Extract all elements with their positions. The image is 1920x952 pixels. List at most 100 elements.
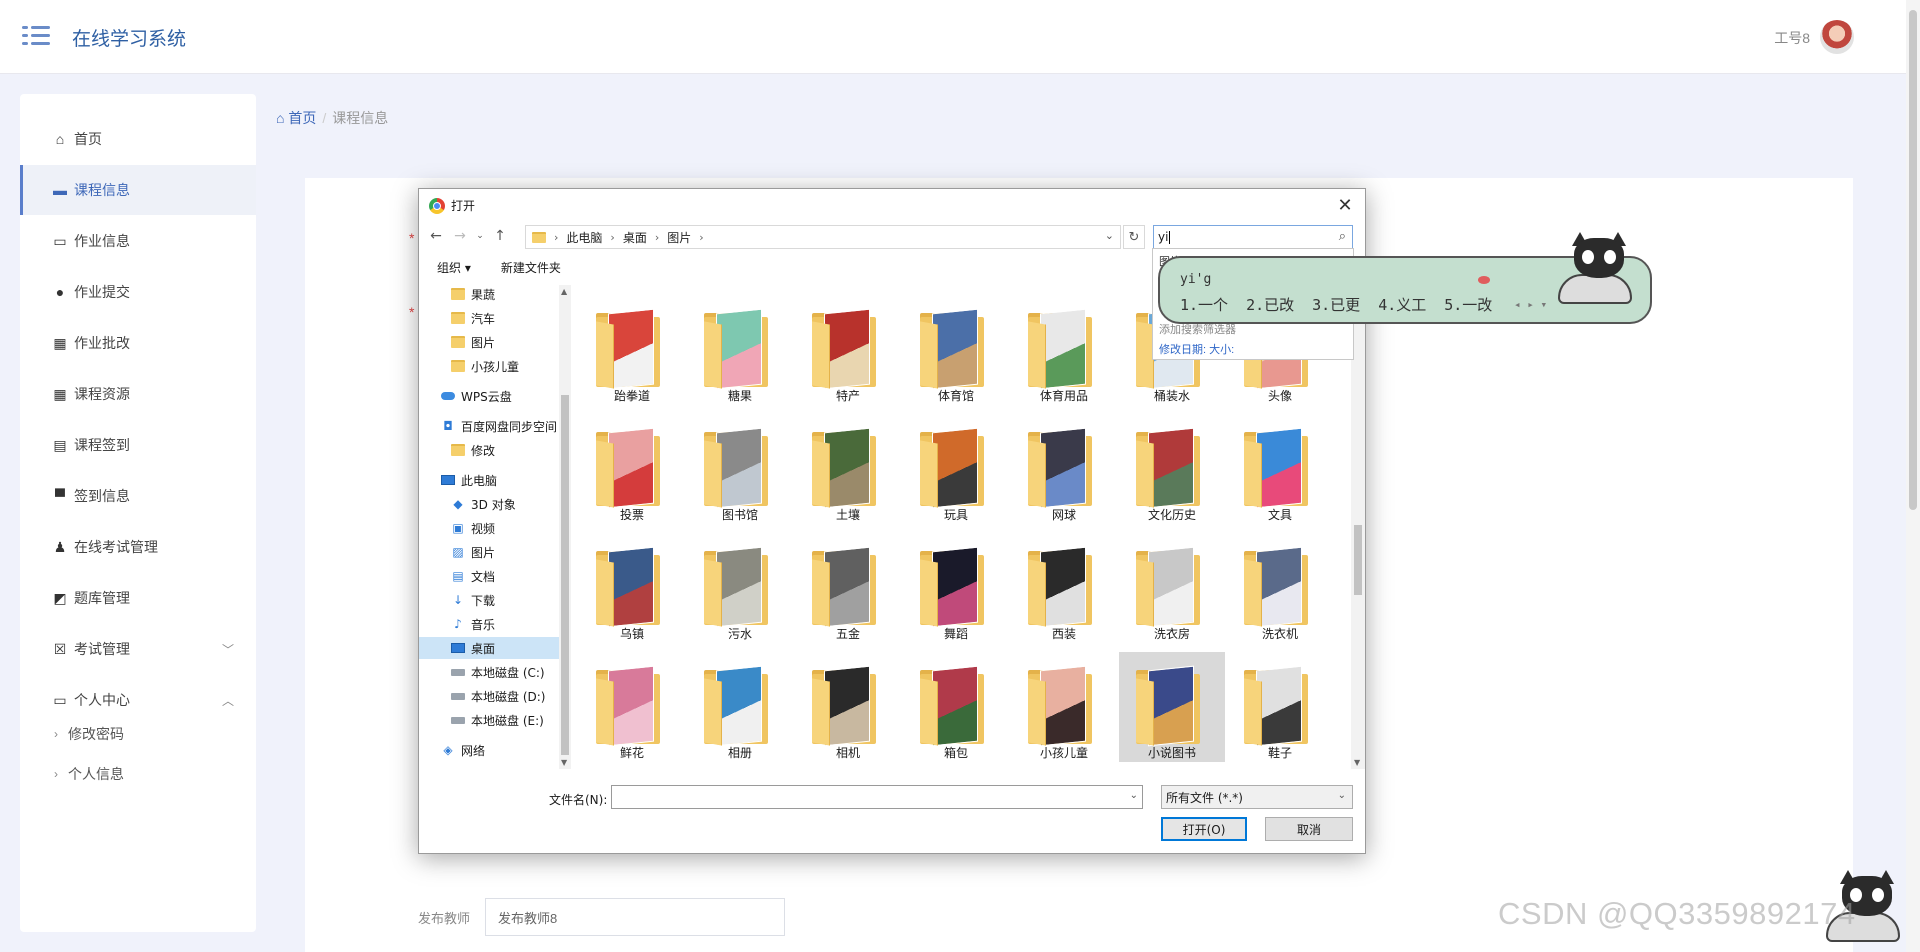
sidebar-item[interactable]: ☒ 考试管理 ﹀ [20,624,256,674]
chevron-down-icon[interactable]: ⌄ [1338,790,1346,801]
folder-item[interactable]: 投票 [579,414,685,524]
folder-item[interactable]: 鞋子 [1227,652,1333,762]
folder-item[interactable]: 文化历史 [1119,414,1225,524]
chevron-up-icon[interactable]: ︿ [222,692,234,709]
ime-candidate[interactable]: 4.义工 [1378,294,1426,315]
sidebar-item[interactable]: ▀ 签到信息 [20,471,256,521]
sidebar-item[interactable]: ◩ 题库管理 [20,573,256,623]
folder-item[interactable]: 土壤 [795,414,901,524]
tree-item[interactable]: 本地磁盘 (D:) [419,685,559,707]
folder-item[interactable]: 糖果 [687,295,793,405]
folder-item[interactable]: 相册 [687,652,793,762]
folder-item[interactable]: 舞蹈 [903,533,1009,643]
folder-item[interactable]: 箱包 [903,652,1009,762]
folder-item[interactable]: 体育用品 [1011,295,1117,405]
sidebar-item[interactable]: ▦ 作业批改 [20,318,256,368]
up-arrow-icon[interactable]: ↑ [489,225,511,247]
ime-page-arrows-icon[interactable]: ◂ ▸ ▾ [1514,298,1547,311]
sidebar-item[interactable]: ● 作业提交 [20,267,256,317]
back-arrow-icon[interactable]: ← [425,225,447,247]
tree-item[interactable]: ↓ 下载 [419,589,559,611]
folder-item[interactable]: 网球 [1011,414,1117,524]
tree-item[interactable]: 小孩儿童 [419,355,559,377]
sidebar-item-label: 在线考试管理 [74,539,158,555]
tree-item[interactable]: ▣ 视频 [419,517,559,539]
tree-item[interactable]: ◆ 3D 对象 [419,493,559,515]
sidebar-item[interactable]: ▤ 课程签到 [20,420,256,470]
sidebar-subitem[interactable]: › 个人信息 [20,754,256,794]
tree-item[interactable]: 本地磁盘 (E:) [419,709,559,731]
tree-item[interactable]: ♪ 音乐 [419,613,559,635]
sidebar-item[interactable]: ⌂ 首页 [20,114,256,164]
sidebar-item[interactable]: ▦ 课程资源 [20,369,256,419]
tree-scrollbar[interactable]: ▲ ▼ [559,285,571,769]
folder-item[interactable]: 玩具 [903,414,1009,524]
search-icon[interactable]: ⌕ [1339,229,1346,244]
tree-item[interactable]: 果蔬 [419,285,559,305]
folder-item[interactable]: 小孩儿童 [1011,652,1117,762]
forward-arrow-icon[interactable]: → [449,225,471,247]
folder-item[interactable]: 相机 [795,652,901,762]
tree-item[interactable]: WPS云盘 [419,385,559,407]
tree-item[interactable]: ▤ 文档 [419,565,559,587]
search-input[interactable]: yi ⌕ [1153,225,1353,249]
sidebar-item[interactable]: ▬ 课程信息 [20,165,256,215]
folder-item[interactable]: 特产 [795,295,901,405]
folder-item[interactable]: 跆拳道 [579,295,685,405]
folder-item[interactable]: 洗衣房 [1119,533,1225,643]
folder-item[interactable]: 体育馆 [903,295,1009,405]
open-button[interactable]: 打开(O) [1161,817,1247,841]
sidebar-item[interactable]: ♟ 在线考试管理 [20,522,256,572]
chevron-down-icon[interactable]: ﹀ [222,641,234,658]
tree-item[interactable]: 图片 [419,331,559,353]
tree-item[interactable]: ◈ 网络 [419,739,559,761]
address-segment[interactable]: 此电脑 [566,229,602,246]
folder-item[interactable]: 乌镇 [579,533,685,643]
folder-thumbnail [716,546,762,628]
refresh-icon[interactable]: ↻ [1123,225,1145,249]
folder-item[interactable]: 洗衣机 [1227,533,1333,643]
tree-item[interactable]: 修改 [419,439,559,461]
ime-candidate[interactable]: 5.一改 [1444,294,1492,315]
tree-item[interactable]: ▨ 图片 [419,541,559,563]
folder-item[interactable]: 污水 [687,533,793,643]
tree-item-label: 网络 [461,743,486,758]
teacher-input[interactable]: 发布教师8 [485,898,785,936]
sidebar-item[interactable]: ▭ 作业信息 [20,216,256,266]
tree-item[interactable]: 此电脑 [419,469,559,491]
hamburger-menu-icon[interactable] [22,24,50,48]
breadcrumb-home[interactable]: ⌂ 首页 [276,108,316,128]
tree-item[interactable]: 桌面 [419,637,559,659]
cancel-button[interactable]: 取消 [1265,817,1353,841]
user-name[interactable]: 工号8 [1774,28,1810,48]
ime-candidate[interactable]: 2.已改 [1246,294,1294,315]
ime-candidate[interactable]: 3.已更 [1312,294,1360,315]
address-bar[interactable]: › 此电脑 › 桌面 › 图片 › ⌄ [525,225,1121,249]
tree-item[interactable]: ◘ 百度网盘同步空间 [419,415,559,437]
folder-item[interactable]: 图书馆 [687,414,793,524]
tree-item[interactable]: 本地磁盘 (C:) [419,661,559,683]
folder-item[interactable]: 文具 [1227,414,1333,524]
address-segment[interactable]: 桌面 [623,229,647,246]
tree-item[interactable]: 汽车 [419,307,559,329]
new-folder-button[interactable]: 新建文件夹 [501,259,561,276]
chevron-down-icon[interactable]: ⌄ [1130,790,1138,801]
chevron-down-icon[interactable]: ⌄ [1105,229,1114,242]
user-avatar[interactable] [1820,20,1854,54]
organize-button[interactable]: 组织 ▾ [437,259,471,276]
folder-item[interactable]: 西装 [1011,533,1117,643]
sidebar-item-label: 个人中心 [74,692,130,708]
folder-item[interactable]: 五金 [795,533,901,643]
filename-input[interactable]: ⌄ [611,785,1143,809]
folder-item[interactable]: 小说图书 [1119,652,1225,762]
filetype-select[interactable]: 所有文件 (*.*) ⌄ [1161,785,1353,809]
search-filter-options[interactable]: 修改日期: 大小: [1159,341,1234,357]
close-icon[interactable]: ✕ [1333,193,1357,217]
recent-dropdown-icon[interactable]: ⌄ [469,225,491,247]
address-segment[interactable]: 图片 [667,229,691,246]
page-scrollbar[interactable] [1906,0,1920,952]
folder-item[interactable]: 鲜花 [579,652,685,762]
ime-candidate[interactable]: 1.一个 [1180,294,1228,315]
3d-icon: ◆ [453,497,463,511]
sidebar-subitem[interactable]: › 修改密码 [20,714,256,754]
